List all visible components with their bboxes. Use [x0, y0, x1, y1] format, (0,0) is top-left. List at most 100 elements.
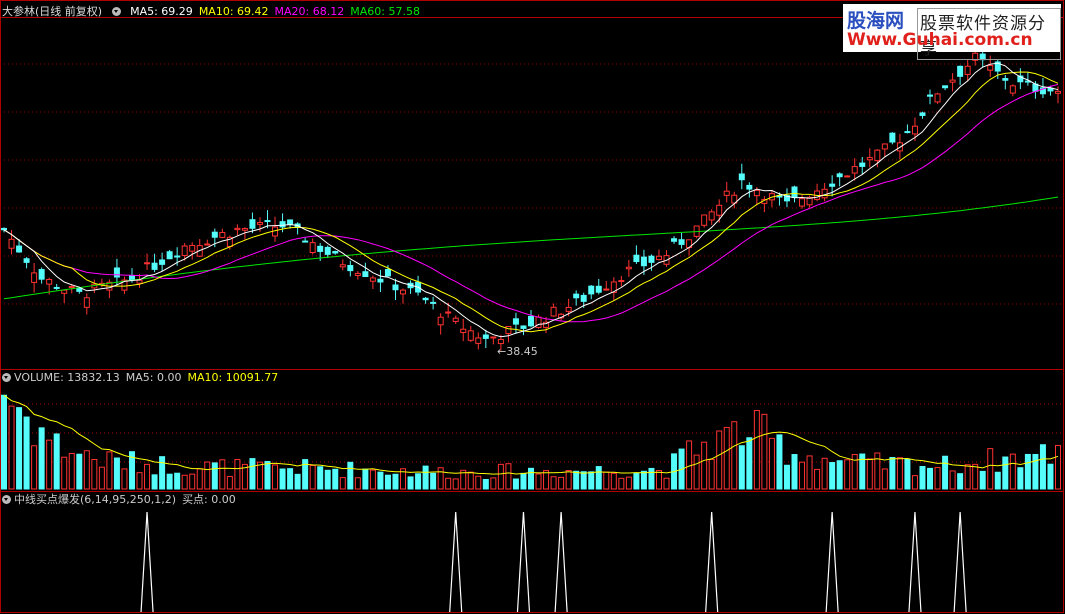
- candle-body: [16, 245, 23, 253]
- volume-bar: [196, 468, 203, 490]
- volume-bar: [204, 461, 211, 490]
- volume-bar: [68, 452, 75, 490]
- candle-body: [791, 186, 798, 198]
- volume-bar: [347, 461, 354, 490]
- volume-bar: [919, 466, 926, 490]
- candle-body: [332, 251, 339, 254]
- volume-bar: [1032, 453, 1039, 490]
- volume-bar: [806, 455, 813, 490]
- volume-bar: [309, 464, 316, 490]
- candle-body: [573, 293, 580, 299]
- candle-body: [400, 289, 407, 295]
- candle-body: [987, 64, 994, 71]
- candle-body: [836, 173, 843, 178]
- volume-bar: [430, 472, 437, 490]
- volume-bar: [16, 407, 23, 490]
- candle-body: [151, 262, 158, 270]
- candle-body: [460, 328, 467, 333]
- price-low-label: ←38.45: [497, 345, 538, 358]
- dropdown-circle-icon[interactable]: [111, 7, 121, 16]
- candle-body: [889, 132, 896, 143]
- candle-body: [821, 188, 828, 199]
- volume-bar: [640, 470, 647, 490]
- volume-bar: [625, 476, 632, 490]
- volume-bar: [701, 441, 708, 490]
- volume-bar: [369, 469, 376, 490]
- volume-bar: [1024, 453, 1031, 490]
- volume-bar: [655, 470, 662, 490]
- candle-body: [189, 244, 196, 252]
- volume-bar: [339, 477, 346, 490]
- volume-bar: [181, 474, 188, 490]
- volume-bar: [866, 458, 873, 490]
- candle-body: [128, 275, 135, 281]
- volume-bar: [31, 445, 38, 490]
- volume-bar: [821, 457, 828, 490]
- volume-bar: [234, 459, 241, 490]
- candle-body: [866, 157, 873, 161]
- candle-body: [927, 94, 934, 97]
- volume-bar: [53, 433, 60, 490]
- candle-body: [829, 183, 836, 187]
- volume-bar: [76, 453, 83, 490]
- volume-bar: [686, 440, 693, 490]
- candle-body: [512, 318, 519, 325]
- candle-body: [302, 240, 309, 243]
- candle-body: [595, 285, 602, 293]
- candle-body: [1009, 85, 1016, 94]
- volume-panel-header: VOLUME: 13832.13 MA5: 0.00 MA10: 10091.77: [2, 371, 290, 385]
- volume-bar: [964, 464, 971, 490]
- logo-name: 股海网: [847, 10, 905, 32]
- candle-body: [618, 280, 625, 283]
- volume-bar: [738, 445, 745, 490]
- volume-bar: [588, 471, 595, 490]
- volume-bar: [829, 462, 836, 490]
- dropdown-circle-icon[interactable]: [2, 495, 11, 504]
- volume-bar: [535, 473, 542, 490]
- candle-body: [264, 220, 271, 223]
- candle-body: [633, 254, 640, 263]
- volume-bar: [272, 464, 279, 490]
- candle-body: [347, 265, 354, 272]
- volume-bar: [362, 468, 369, 490]
- volume-bar: [595, 466, 602, 490]
- ma-label-2: MA20: 68.12: [274, 5, 345, 18]
- volume-bar: [8, 405, 15, 490]
- candle-body: [61, 289, 68, 294]
- candle-body: [550, 306, 557, 317]
- volume-bar: [618, 477, 625, 490]
- volume-bar: [1, 394, 7, 490]
- buy-signal-spike: [908, 511, 922, 613]
- candle-body: [324, 246, 331, 255]
- indicator-panel-header: 中线买点爆发(6,14,95,250,1,2) 买点: 0.00: [2, 493, 248, 507]
- stock-chart[interactable]: [0, 0, 1065, 614]
- volume-bar: [889, 457, 896, 490]
- volume-bar: [972, 463, 979, 490]
- candle-body: [708, 211, 715, 221]
- volume-bar: [279, 468, 286, 490]
- volume-bar: [505, 463, 512, 490]
- candle-body: [1055, 90, 1061, 94]
- dropdown-circle-icon[interactable]: [2, 373, 11, 382]
- volume-bar: [91, 459, 98, 490]
- candle-body: [354, 272, 361, 276]
- volume-bar: [783, 464, 790, 490]
- volume-bar: [731, 421, 738, 490]
- volume-bar: [753, 409, 760, 490]
- candle-body: [46, 278, 53, 285]
- volume-bar: [836, 460, 843, 490]
- logo-url: Www.Guhai.com.cn: [847, 30, 1033, 50]
- candle-body: [53, 286, 60, 289]
- candle-body: [520, 325, 527, 329]
- candle-body: [919, 112, 926, 116]
- volume-bar: [384, 474, 391, 490]
- volume-bar: [768, 437, 775, 490]
- volume-bar: [979, 470, 986, 490]
- candle-body: [738, 173, 745, 181]
- indicator-label-1: 买点: 0.00: [182, 493, 236, 506]
- volume-bar: [249, 458, 256, 490]
- buy-signal-spike: [953, 511, 967, 613]
- buy-signal-spike: [705, 511, 719, 613]
- volume-bar: [452, 478, 459, 490]
- candle-body: [528, 315, 534, 327]
